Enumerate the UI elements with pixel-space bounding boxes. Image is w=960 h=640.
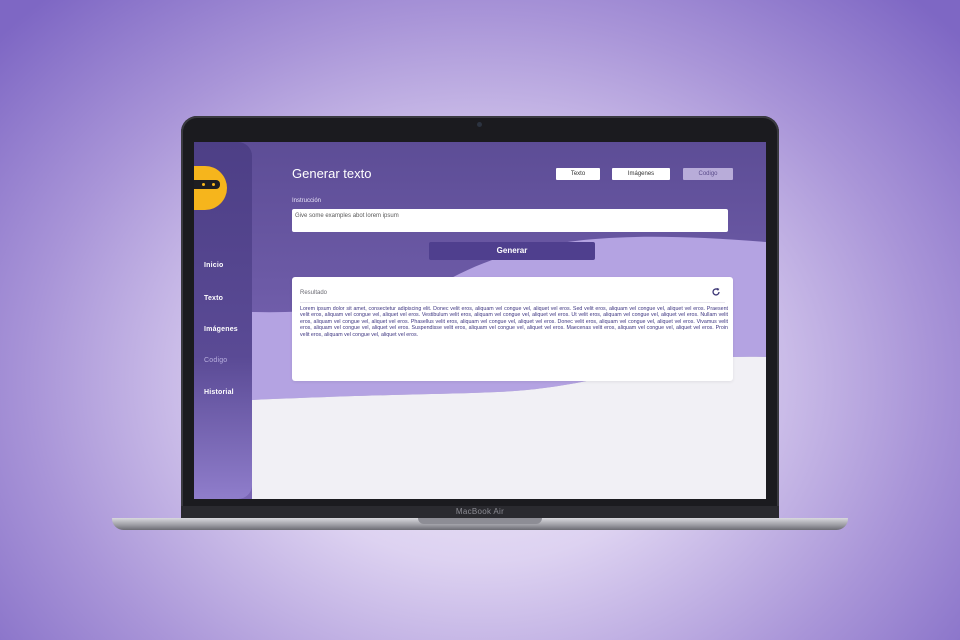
sidebar: Inicio Texto Imágenes Codigo Historial	[194, 142, 252, 499]
device-label: MacBook Air	[455, 507, 505, 516]
result-divider	[300, 302, 725, 303]
sidebar-item-inicio[interactable]: Inicio	[204, 262, 223, 269]
instruction-value: Give some examples abot lorem ipsum	[295, 213, 399, 219]
instruction-label: Instrucción	[292, 198, 322, 204]
tab-imagenes[interactable]: Imágenes	[612, 168, 670, 180]
page-title: Generar texto	[292, 166, 372, 181]
generate-button[interactable]: Generar	[429, 242, 595, 260]
result-text: Lorem ipsum dolor sit amet, consectetur …	[300, 306, 728, 338]
sidebar-item-codigo[interactable]: Codigo	[204, 357, 227, 364]
laptop-notch	[418, 518, 542, 524]
tab-texto[interactable]: Texto	[556, 168, 600, 180]
laptop-lid: Inicio Texto Imágenes Codigo Historial G…	[181, 116, 779, 518]
result-card: Resultado Lorem ipsum dolor sit amet, co…	[292, 277, 733, 381]
sidebar-item-imagenes[interactable]: Imágenes	[204, 326, 238, 333]
laptop-screen: Inicio Texto Imágenes Codigo Historial G…	[194, 142, 766, 499]
robot-logo-icon	[194, 166, 227, 210]
camera-icon	[477, 122, 482, 127]
logo-eye	[212, 183, 215, 186]
logo-mask	[194, 180, 220, 189]
result-title: Resultado	[300, 290, 328, 296]
sidebar-item-historial[interactable]: Historial	[204, 389, 234, 396]
logo-eye	[202, 183, 205, 186]
tab-codigo[interactable]: Codigo	[683, 168, 733, 180]
refresh-icon[interactable]	[711, 287, 721, 297]
sidebar-item-texto[interactable]: Texto	[204, 295, 223, 302]
